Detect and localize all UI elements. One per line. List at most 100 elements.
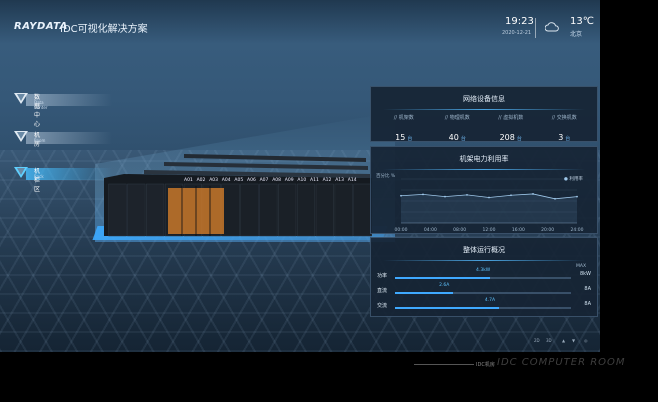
max-label: MAX (576, 264, 587, 269)
rack-label-a11: A11 (310, 178, 319, 183)
cloud-icon (545, 22, 559, 32)
series-point (400, 194, 402, 197)
rack-door (315, 183, 334, 237)
mini-control-down[interactable]: ▼ (572, 338, 575, 343)
rack-label-a02: A02 (196, 178, 206, 183)
rack-door (221, 183, 240, 237)
rack-door (278, 183, 297, 237)
rack-door (296, 183, 316, 237)
progress-fill (395, 307, 499, 309)
rack-door (127, 183, 146, 237)
rack-door (353, 183, 372, 237)
network-device-panel: 网络设备信息 // 机架数 15 台 // 物理机数 40 台 // 虚拟机数 20… (370, 86, 598, 142)
page-title: IDC可视化解决方案 (60, 24, 148, 35)
stat-virtual-count: // 虚拟机数 208 台 (484, 114, 538, 144)
rack-label-a04: A04 (221, 178, 231, 183)
series-point (510, 194, 512, 197)
chart-legend: ● 利用率 (564, 177, 583, 182)
x-tick-label: 00:00 (395, 227, 408, 233)
panel-title: 整体运行概况 (463, 246, 505, 254)
series-point (444, 195, 446, 198)
network-stats: // 机架数 15 台 // 物理机数 40 台 // 虚拟机数 208 台 // 交… (377, 114, 591, 144)
stat-rack-count: // 机架数 15 台 (377, 114, 431, 144)
progress-track (395, 292, 571, 294)
x-tick-label: 20:00 (541, 227, 554, 233)
x-tick-label: 12:00 (483, 227, 496, 233)
panel-divider (383, 260, 585, 261)
nav-item-sub: Room (34, 138, 46, 143)
stat-label: // 交换机数 (551, 115, 577, 121)
mini-control-3d[interactable]: 3D (546, 338, 552, 343)
row-value: 4.7A (484, 298, 496, 303)
weather-temperature: 13℃ (570, 16, 594, 27)
rack-label-a13: A13 (335, 178, 344, 183)
series-point (532, 193, 534, 195)
footer-watermark: IDC COMPUTER ROOM (497, 357, 626, 368)
rack-label-a05: A05 (234, 178, 244, 183)
status-row-power: 功率 4.3kW 8kW (377, 268, 593, 283)
panel-title: 网络设备信息 (463, 95, 505, 103)
series-point (422, 193, 424, 196)
row-label: 功率 (377, 273, 388, 279)
rack-label-a14: A14 (347, 178, 357, 183)
rack-door (240, 183, 259, 237)
rack-door (146, 183, 165, 237)
x-tick-label: 24:00 (571, 227, 584, 233)
nav-item-label: 数据中心 (34, 94, 41, 128)
stat-label: // 虚拟机数 (498, 115, 524, 121)
row-max: 8kW (579, 271, 591, 277)
x-tick-label: 04:00 (424, 227, 437, 233)
overall-status-panel: 整体运行概况 功率 4.3kW 8kW 直流 2.6A 8A 交流 4.7A 8… (370, 237, 598, 317)
stat-value: 40 (448, 133, 459, 142)
stat-unit: 台 (516, 136, 522, 142)
status-row-dc: 直流 2.6A 8A (377, 283, 593, 298)
series-point (576, 195, 578, 198)
progress-fill (395, 292, 454, 294)
row-value: 4.3kW (476, 268, 491, 273)
mini-control-2d[interactable]: 2D (534, 338, 540, 343)
rack-label-a07: A07 (259, 178, 269, 183)
stat-value: 15 (395, 133, 406, 142)
footer-divider (414, 364, 474, 365)
progress-track (395, 277, 571, 279)
series-point (466, 193, 468, 196)
rack-label-a09: A09 (284, 178, 294, 183)
rack-label-a10: A10 (297, 178, 307, 183)
header-bar: RAYDATA IDC可视化解决方案 19:23 2020-12-21 13℃ … (0, 0, 600, 44)
clock-time: 19:23 (505, 16, 534, 27)
nav-item-label: 机柜区 (34, 168, 41, 193)
nav-item-sub: Data Center (34, 100, 48, 110)
rack-label-a06: A06 (247, 178, 256, 183)
power-line-chart: 百分比 % 00:00 04:00 08:00 12:00 16:00 20:00 24:00 (376, 172, 584, 233)
stat-switch-count: // 交换机数 3台 (538, 114, 592, 144)
row-label: 直流 (377, 288, 388, 294)
rack-door (334, 183, 353, 237)
clock-date: 2020-12-21 (502, 30, 532, 36)
series-point (554, 197, 556, 200)
stat-unit: 台 (460, 136, 466, 142)
status-row-ac: 交流 4.7A 8A (377, 298, 593, 313)
x-tick-label: 08:00 (453, 227, 466, 233)
rack-row-3d[interactable] (104, 148, 374, 238)
weather-city: 北京 (570, 31, 583, 38)
stat-label: // 物理机数 (444, 115, 470, 121)
rack-door (259, 183, 278, 237)
progress-track (395, 307, 571, 309)
stat-unit: 台 (407, 136, 413, 142)
series-point (488, 196, 490, 199)
mini-control-reset[interactable]: ◎ (584, 338, 588, 343)
nav-item-sub: Rack (34, 174, 44, 179)
stat-value: 3 (558, 133, 564, 142)
x-tick-label: 16:00 (512, 227, 525, 233)
stat-value: 208 (499, 133, 515, 142)
progress-fill (395, 277, 491, 279)
power-utilization-panel: 机架电力利用率 百分比 % 00:00 04:00 08:00 12:00 16:00 20… (370, 146, 598, 234)
row-max: 8A (584, 286, 591, 292)
row-value: 2.6A (439, 283, 450, 288)
row-label: 交流 (377, 303, 388, 309)
rack-label-a08: A08 (272, 178, 281, 183)
mini-control-up[interactable]: ▲ (562, 338, 565, 343)
stat-unit: 台 (565, 136, 571, 142)
panel-divider (383, 109, 585, 110)
rack-label-a03: A03 (209, 178, 218, 183)
